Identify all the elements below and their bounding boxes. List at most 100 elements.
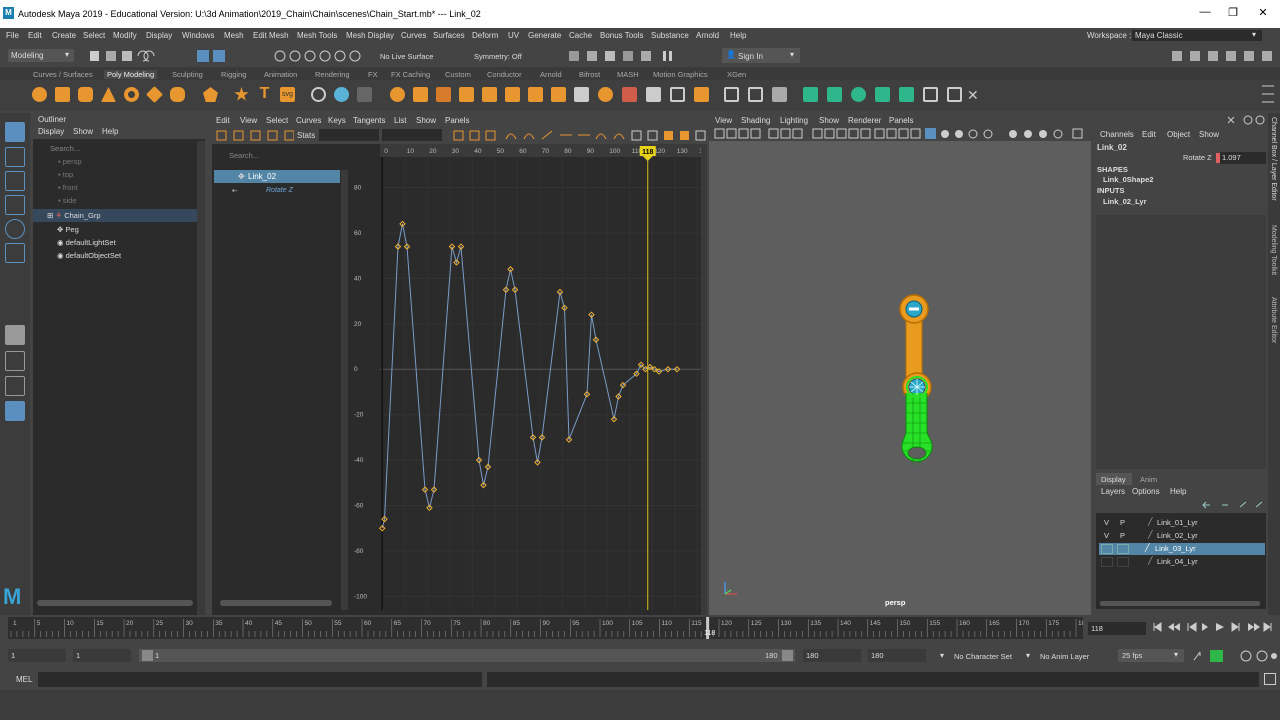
graph-menu-show[interactable]: Show [416,116,436,125]
playback-start-field[interactable]: 1 [73,649,131,662]
range-bar[interactable]: 1 180 [139,649,795,662]
platonic-solid-icon[interactable] [203,87,218,102]
input-node[interactable]: Link_02_Lyr [1103,197,1147,206]
viewport-menu-panels[interactable]: Panels [889,116,913,125]
poly-torus-icon[interactable] [124,87,139,102]
shelf-tab-curves-surfaces[interactable]: Curves / Surfaces [33,70,93,79]
animation-start-field[interactable]: 1 [8,649,66,662]
live-surface-label[interactable]: No Live Surface [380,52,433,61]
shelf-tab-xgen[interactable]: XGen [727,70,746,79]
script-editor-icon[interactable] [1264,673,1276,685]
select-tool-icon[interactable] [5,122,25,142]
svg-tool-icon[interactable]: svg [280,87,295,102]
mirror-icon[interactable] [574,87,589,102]
layer-playback[interactable] [1117,544,1129,554]
channel-box-toggle-icons[interactable] [1226,115,1268,125]
menu-mesh-display[interactable]: Mesh Display [346,31,394,40]
outliner-item-peg[interactable]: ✥ Peg [33,223,197,236]
layer-visibility[interactable] [1101,544,1113,554]
key-tools-icons[interactable] [214,129,294,142]
paint-select-tool-icon[interactable] [5,171,25,191]
bevel-icon[interactable] [459,87,474,102]
poly-cone-icon[interactable] [101,87,116,102]
shelf-tab-bifrost[interactable]: Bifrost [579,70,600,79]
viewport-menu-renderer[interactable]: Renderer [848,116,881,125]
layer-tab-display[interactable]: Display [1096,473,1132,485]
channels-menu-channels[interactable]: Channels [1100,130,1134,139]
minimize-button[interactable]: — [1190,6,1220,22]
four-view-icon[interactable] [5,351,25,371]
shelf-tab-fx[interactable]: FX [368,70,378,79]
fill-hole-icon[interactable] [505,87,520,102]
shelf-options-icons[interactable] [1258,82,1278,108]
chain-links-model[interactable] [889,293,939,478]
outliner-item-defaultlightset[interactable]: ◉ defaultLightSet [33,236,197,249]
graph-menu-panels[interactable]: Panels [445,116,469,125]
poly-sphere-icon[interactable] [32,87,47,102]
layer-menu-layers[interactable]: Layers [1101,487,1125,496]
shelf-tab-rigging[interactable]: Rigging [221,70,246,79]
menu-select[interactable]: Select [83,31,105,40]
menu-file[interactable]: File [6,31,19,40]
smooth-icon[interactable] [357,87,372,102]
quadrangulate-icon[interactable] [646,87,661,102]
rotate-tool-icon[interactable] [5,219,25,239]
menu-edit-mesh[interactable]: Edit Mesh [253,31,289,40]
menu-modify[interactable]: Modify [113,31,137,40]
side-tab-channel-box[interactable]: Channel Box / Layer Editor [1270,117,1277,201]
soft-select-icon[interactable] [724,87,739,102]
menu-mesh-tools[interactable]: Mesh Tools [297,31,337,40]
poly-cylinder-icon[interactable] [78,87,93,102]
single-view-icon[interactable] [5,325,25,345]
quad-draw-icon[interactable] [598,87,613,102]
playback-controls[interactable] [1150,620,1278,634]
graph-menu-list[interactable]: List [394,116,406,125]
side-tab-modeling-toolkit[interactable]: Modeling Toolkit [1270,225,1277,275]
circularize-icon[interactable] [670,87,685,102]
channels-menu-show[interactable]: Show [1199,130,1219,139]
layer-playback[interactable]: P [1120,518,1125,527]
sign-in-button[interactable]: 👤 Sign In ▾ [722,48,800,63]
viewport-menu-shading[interactable]: Shading [741,116,770,125]
super-shape-icon[interactable] [234,87,249,101]
uv-cylindrical-icon[interactable] [827,87,842,102]
menu-uv[interactable]: UV [508,31,519,40]
graph-search-input[interactable]: Search... [226,149,346,162]
anim-layer-dropdown[interactable]: No Anim Layer [1040,652,1089,661]
graph-attr-rotatez[interactable]: ▪- Rotate Z [232,186,340,197]
uv-spherical-icon[interactable] [851,87,866,102]
menu-create[interactable]: Create [52,31,76,40]
poly-plane-icon[interactable] [146,86,163,103]
sculpt-icon[interactable] [772,87,787,102]
menu-display[interactable]: Display [146,31,172,40]
layer-row-link01[interactable]: V P ╱ Link_01_Lyr [1101,517,1261,529]
shelf-tab-conductor[interactable]: Conductor [487,70,522,79]
uv-sew-icon[interactable]: ✕ [967,87,982,103]
command-language-toggle[interactable]: MEL [16,675,32,684]
selection-mask-icons[interactable] [195,48,375,64]
menu-curves[interactable]: Curves [401,31,426,40]
layer-menu-options[interactable]: Options [1132,487,1160,496]
command-input[interactable] [38,672,482,687]
shape-node[interactable]: Link_0Shape2 [1103,175,1153,184]
outliner-item-front[interactable]: ▪ front [33,181,197,194]
move-tool-icon[interactable] [5,195,25,215]
layer-tab-anim[interactable]: Anim [1135,473,1165,485]
restore-button[interactable]: ❐ [1218,6,1248,22]
playback-end-field[interactable]: 180 [803,649,861,662]
graph-menu-select[interactable]: Select [266,116,288,125]
stats-field-2[interactable] [382,129,442,141]
outliner-menu-display[interactable]: Display [38,127,64,136]
lasso-tool-icon[interactable] [5,147,25,167]
shelf-tab-arnold[interactable]: Arnold [540,70,562,79]
graph-outliner-hscrollbar[interactable] [220,600,332,606]
layer-row-link02[interactable]: V P ╱ Link_02_Lyr [1101,530,1261,542]
menu-help[interactable]: Help [730,31,746,40]
graph-menu-curves[interactable]: Curves [296,116,321,125]
combine-icon[interactable] [311,87,326,102]
outliner-item-chain-grp[interactable]: ⊞ ⚘ Chain_Grp [33,209,197,222]
layer-hscrollbar[interactable] [1100,601,1260,606]
outliner-item-persp[interactable]: ▪ persp [33,155,197,168]
outliner-menu-help[interactable]: Help [102,127,118,136]
multi-cut-icon[interactable] [528,87,543,102]
